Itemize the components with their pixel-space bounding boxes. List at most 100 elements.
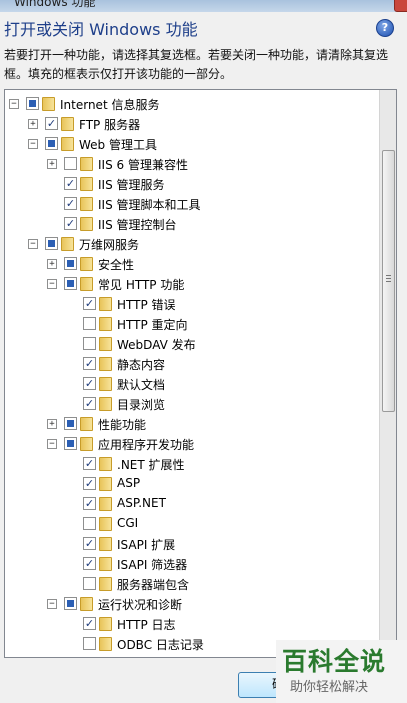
tree-item[interactable]: + 安全性 bbox=[5, 254, 379, 274]
tree-item-label: 应用程序开发功能 bbox=[98, 438, 195, 452]
scroll-thumb[interactable] bbox=[382, 150, 395, 412]
feature-checkbox[interactable]: ✓ bbox=[83, 537, 96, 550]
tree-item[interactable]: CGI bbox=[5, 514, 379, 534]
help-icon[interactable]: ? bbox=[376, 19, 394, 37]
folder-icon bbox=[80, 597, 93, 611]
feature-checkbox[interactable]: ✓ bbox=[64, 177, 77, 190]
feature-checkbox[interactable]: ✓ bbox=[64, 217, 77, 230]
tree-item[interactable]: ✓ ISAPI 扩展 bbox=[5, 534, 379, 554]
folder-icon bbox=[80, 217, 93, 231]
folder-icon bbox=[99, 357, 112, 371]
tree-item[interactable]: − 运行状况和诊断 bbox=[5, 594, 379, 614]
collapse-icon[interactable]: − bbox=[9, 99, 19, 109]
tree-item[interactable]: − Web 管理工具 bbox=[5, 134, 379, 154]
folder-icon bbox=[61, 117, 74, 131]
feature-checkbox[interactable]: ✓ bbox=[83, 477, 96, 490]
feature-checkbox[interactable]: ✓ bbox=[83, 357, 96, 370]
expand-icon[interactable]: + bbox=[47, 419, 57, 429]
feature-checkbox[interactable] bbox=[45, 137, 58, 150]
tree-item[interactable]: + IIS 6 管理兼容性 bbox=[5, 154, 379, 174]
feature-checkbox[interactable] bbox=[64, 257, 77, 270]
folder-icon bbox=[80, 417, 93, 431]
folder-icon bbox=[99, 337, 112, 351]
folder-icon bbox=[99, 317, 112, 331]
feature-checkbox[interactable]: ✓ bbox=[45, 117, 58, 130]
tree-item[interactable]: + 性能功能 bbox=[5, 414, 379, 434]
tree-item-label: 服务器端包含 bbox=[117, 578, 190, 592]
feature-checkbox[interactable] bbox=[45, 237, 58, 250]
tree-item[interactable]: ✓ 默认文档 bbox=[5, 374, 379, 394]
feature-checkbox[interactable] bbox=[83, 637, 96, 650]
collapse-icon[interactable]: − bbox=[47, 279, 57, 289]
feature-checkbox[interactable]: ✓ bbox=[83, 397, 96, 410]
tree-item-label: HTTP 日志 bbox=[117, 618, 176, 632]
folder-icon bbox=[99, 477, 112, 491]
tree-item-label: ODBC 日志记录 bbox=[117, 638, 204, 652]
tree-item-label: 安全性 bbox=[98, 258, 135, 272]
tree-item[interactable]: ✓ .NET 扩展性 bbox=[5, 454, 379, 474]
feature-checkbox[interactable]: ✓ bbox=[83, 617, 96, 630]
folder-icon bbox=[80, 197, 93, 211]
feature-checkbox[interactable]: ✓ bbox=[83, 557, 96, 570]
tree-item[interactable]: ✓ IIS 管理脚本和工具 bbox=[5, 194, 379, 214]
tree-item[interactable]: HTTP 重定向 bbox=[5, 314, 379, 334]
feature-checkbox[interactable]: ✓ bbox=[83, 497, 96, 510]
feature-checkbox[interactable] bbox=[83, 577, 96, 590]
close-button[interactable] bbox=[394, 0, 407, 12]
title-bar: Windows 功能 bbox=[0, 0, 407, 12]
feature-checkbox[interactable] bbox=[26, 97, 39, 110]
folder-icon bbox=[61, 237, 74, 251]
feature-checkbox[interactable]: ✓ bbox=[83, 297, 96, 310]
expand-icon[interactable]: + bbox=[28, 119, 38, 129]
tree-item[interactable]: ✓ ASP bbox=[5, 474, 379, 494]
folder-icon bbox=[99, 297, 112, 311]
tree-item[interactable]: ✓ ISAPI 筛选器 bbox=[5, 554, 379, 574]
vertical-scrollbar[interactable] bbox=[379, 90, 396, 657]
folder-icon bbox=[80, 437, 93, 451]
folder-icon bbox=[99, 637, 112, 651]
feature-checkbox[interactable] bbox=[64, 437, 77, 450]
feature-checkbox[interactable] bbox=[64, 277, 77, 290]
tree-item-label: 静态内容 bbox=[117, 358, 166, 372]
feature-checkbox[interactable] bbox=[83, 337, 96, 350]
tree-item[interactable]: ✓ ASP.NET bbox=[5, 494, 379, 514]
tree-item[interactable]: − Internet 信息服务 bbox=[5, 94, 379, 114]
expand-icon[interactable]: + bbox=[47, 259, 57, 269]
tree-item[interactable]: ✓ IIS 管理服务 bbox=[5, 174, 379, 194]
tree-item-label: ASP.NET bbox=[117, 496, 166, 510]
collapse-icon[interactable]: − bbox=[47, 599, 57, 609]
feature-checkbox[interactable] bbox=[64, 597, 77, 610]
tree-item-label: ASP bbox=[117, 476, 141, 490]
collapse-icon[interactable]: − bbox=[28, 139, 38, 149]
window-title: Windows 功能 bbox=[14, 0, 96, 9]
tree-item[interactable]: ✓ 静态内容 bbox=[5, 354, 379, 374]
feature-checkbox[interactable] bbox=[83, 317, 96, 330]
tree-item[interactable]: ✓ IIS 管理控制台 bbox=[5, 214, 379, 234]
expand-icon[interactable]: + bbox=[47, 159, 57, 169]
tree-item[interactable]: − 万维网服务 bbox=[5, 234, 379, 254]
feature-checkbox[interactable] bbox=[64, 157, 77, 170]
tree-item[interactable]: − 常见 HTTP 功能 bbox=[5, 274, 379, 294]
tree-item[interactable]: ✓ 目录浏览 bbox=[5, 394, 379, 414]
tree-item[interactable]: + ✓ FTP 服务器 bbox=[5, 114, 379, 134]
collapse-icon[interactable]: − bbox=[28, 239, 38, 249]
feature-checkbox[interactable]: ✓ bbox=[83, 457, 96, 470]
tree-item[interactable]: 服务器端包含 bbox=[5, 574, 379, 594]
grip-line bbox=[386, 278, 391, 279]
folder-icon bbox=[99, 537, 112, 551]
tree-item[interactable]: − 应用程序开发功能 bbox=[5, 434, 379, 454]
feature-checkbox[interactable] bbox=[83, 517, 96, 530]
feature-checkbox[interactable] bbox=[64, 417, 77, 430]
tree-item[interactable]: WebDAV 发布 bbox=[5, 334, 379, 354]
feature-checkbox[interactable]: ✓ bbox=[64, 197, 77, 210]
feature-checkbox[interactable]: ✓ bbox=[83, 377, 96, 390]
folder-icon bbox=[99, 377, 112, 391]
folder-icon bbox=[80, 277, 93, 291]
collapse-icon[interactable]: − bbox=[47, 439, 57, 449]
tree-item[interactable]: ✓ HTTP 错误 bbox=[5, 294, 379, 314]
grip-line bbox=[386, 281, 391, 282]
features-tree[interactable]: − Internet 信息服务 + ✓ FTP 服务器 − Web 管理工具 + IIS 6 管… bbox=[4, 89, 397, 658]
folder-icon bbox=[99, 397, 112, 411]
tree-item[interactable]: ✓ HTTP 日志 bbox=[5, 614, 379, 634]
tree-item-label: 性能功能 bbox=[98, 418, 147, 432]
